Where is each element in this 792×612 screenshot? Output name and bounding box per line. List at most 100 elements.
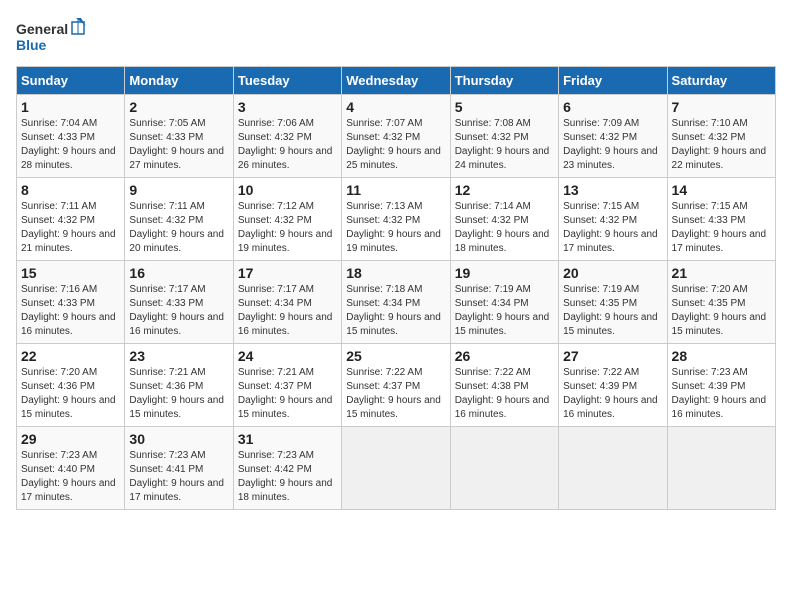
calendar-week-5: 29 Sunrise: 7:23 AMSunset: 4:40 PMDayligh…	[17, 427, 776, 510]
day-detail: Sunrise: 7:12 AMSunset: 4:32 PMDaylight:…	[238, 200, 337, 256]
day-detail: Sunrise: 7:15 AMSunset: 4:32 PMDaylight:…	[563, 200, 662, 256]
calendar-day-5: 5 Sunrise: 7:08 AMSunset: 4:32 PMDaylight…	[450, 95, 558, 178]
day-number: 6	[563, 99, 662, 115]
day-number: 19	[455, 265, 554, 281]
day-number: 10	[238, 182, 337, 198]
day-detail: Sunrise: 7:22 AMSunset: 4:38 PMDaylight:…	[455, 366, 554, 422]
day-detail: Sunrise: 7:11 AMSunset: 4:32 PMDaylight:…	[129, 200, 228, 256]
calendar-table: SundayMondayTuesdayWednesdayThursdayFrid…	[16, 66, 776, 510]
calendar-day-23: 23 Sunrise: 7:21 AMSunset: 4:36 PMDayligh…	[125, 344, 233, 427]
calendar-day-24: 24 Sunrise: 7:21 AMSunset: 4:37 PMDayligh…	[233, 344, 341, 427]
day-number: 7	[672, 99, 771, 115]
day-number: 23	[129, 348, 228, 364]
weekday-saturday: Saturday	[667, 67, 775, 95]
day-number: 13	[563, 182, 662, 198]
day-detail: Sunrise: 7:11 AMSunset: 4:32 PMDaylight:…	[21, 200, 120, 256]
day-detail: Sunrise: 7:21 AMSunset: 4:36 PMDaylight:…	[129, 366, 228, 422]
weekday-thursday: Thursday	[450, 67, 558, 95]
day-detail: Sunrise: 7:20 AMSunset: 4:36 PMDaylight:…	[21, 366, 120, 422]
day-number: 31	[238, 431, 337, 447]
logo: General Blue	[16, 16, 86, 58]
weekday-tuesday: Tuesday	[233, 67, 341, 95]
calendar-week-1: 1 Sunrise: 7:04 AMSunset: 4:33 PMDaylight…	[17, 95, 776, 178]
calendar-day-31: 31Sunrise: 7:23 AMSunset: 4:42 PMDayligh…	[233, 427, 341, 510]
day-number: 24	[238, 348, 337, 364]
day-number: 2	[129, 99, 228, 115]
calendar-week-2: 8 Sunrise: 7:11 AMSunset: 4:32 PMDaylight…	[17, 178, 776, 261]
calendar-day-15: 15Sunrise: 7:16 AMSunset: 4:33 PMDayligh…	[17, 261, 125, 344]
empty-cell	[450, 427, 558, 510]
day-detail: Sunrise: 7:19 AMSunset: 4:35 PMDaylight:…	[563, 283, 662, 339]
day-detail: Sunrise: 7:21 AMSunset: 4:37 PMDaylight:…	[238, 366, 337, 422]
day-detail: Sunrise: 7:15 AMSunset: 4:33 PMDaylight:…	[672, 200, 771, 256]
calendar-week-4: 22 Sunrise: 7:20 AMSunset: 4:36 PMDayligh…	[17, 344, 776, 427]
day-number: 20	[563, 265, 662, 281]
day-number: 26	[455, 348, 554, 364]
day-detail: Sunrise: 7:23 AMSunset: 4:39 PMDaylight:…	[672, 366, 771, 422]
weekday-monday: Monday	[125, 67, 233, 95]
day-detail: Sunrise: 7:09 AMSunset: 4:32 PMDaylight:…	[563, 117, 662, 173]
day-number: 16	[129, 265, 228, 281]
calendar-week-3: 15Sunrise: 7:16 AMSunset: 4:33 PMDayligh…	[17, 261, 776, 344]
day-number: 15	[21, 265, 120, 281]
day-detail: Sunrise: 7:05 AMSunset: 4:33 PMDaylight:…	[129, 117, 228, 173]
calendar-day-14: 14 Sunrise: 7:15 AMSunset: 4:33 PMDayligh…	[667, 178, 775, 261]
calendar-day-1: 1 Sunrise: 7:04 AMSunset: 4:33 PMDaylight…	[17, 95, 125, 178]
empty-cell	[342, 427, 450, 510]
calendar-day-16: 16Sunrise: 7:17 AMSunset: 4:33 PMDayligh…	[125, 261, 233, 344]
day-detail: Sunrise: 7:14 AMSunset: 4:32 PMDaylight:…	[455, 200, 554, 256]
calendar-body: 1 Sunrise: 7:04 AMSunset: 4:33 PMDaylight…	[17, 95, 776, 510]
page-header: General Blue	[16, 16, 776, 58]
day-number: 21	[672, 265, 771, 281]
day-number: 12	[455, 182, 554, 198]
calendar-day-27: 27 Sunrise: 7:22 AMSunset: 4:39 PMDayligh…	[559, 344, 667, 427]
day-number: 30	[129, 431, 228, 447]
calendar-day-28: 28 Sunrise: 7:23 AMSunset: 4:39 PMDayligh…	[667, 344, 775, 427]
day-number: 27	[563, 348, 662, 364]
day-number: 29	[21, 431, 120, 447]
calendar-day-29: 29 Sunrise: 7:23 AMSunset: 4:40 PMDayligh…	[17, 427, 125, 510]
empty-cell	[559, 427, 667, 510]
weekday-sunday: Sunday	[17, 67, 125, 95]
day-number: 8	[21, 182, 120, 198]
day-detail: Sunrise: 7:04 AMSunset: 4:33 PMDaylight:…	[21, 117, 120, 173]
day-number: 11	[346, 182, 445, 198]
calendar-day-9: 9 Sunrise: 7:11 AMSunset: 4:32 PMDaylight…	[125, 178, 233, 261]
weekday-wednesday: Wednesday	[342, 67, 450, 95]
svg-text:General: General	[16, 21, 68, 37]
calendar-day-18: 18Sunrise: 7:18 AMSunset: 4:34 PMDayligh…	[342, 261, 450, 344]
calendar-day-30: 30Sunrise: 7:23 AMSunset: 4:41 PMDayligh…	[125, 427, 233, 510]
calendar-day-4: 4Sunrise: 7:07 AMSunset: 4:32 PMDaylight…	[342, 95, 450, 178]
day-number: 28	[672, 348, 771, 364]
calendar-day-17: 17Sunrise: 7:17 AMSunset: 4:34 PMDayligh…	[233, 261, 341, 344]
calendar-day-2: 2 Sunrise: 7:05 AMSunset: 4:33 PMDaylight…	[125, 95, 233, 178]
calendar-day-7: 7 Sunrise: 7:10 AMSunset: 4:32 PMDaylight…	[667, 95, 775, 178]
calendar-day-20: 20 Sunrise: 7:19 AMSunset: 4:35 PMDayligh…	[559, 261, 667, 344]
calendar-day-12: 12 Sunrise: 7:14 AMSunset: 4:32 PMDayligh…	[450, 178, 558, 261]
day-number: 18	[346, 265, 445, 281]
day-number: 14	[672, 182, 771, 198]
day-number: 1	[21, 99, 120, 115]
calendar-day-3: 3 Sunrise: 7:06 AMSunset: 4:32 PMDaylight…	[233, 95, 341, 178]
weekday-friday: Friday	[559, 67, 667, 95]
day-detail: Sunrise: 7:23 AMSunset: 4:40 PMDaylight:…	[21, 449, 120, 505]
day-number: 3	[238, 99, 337, 115]
day-number: 5	[455, 99, 554, 115]
calendar-day-6: 6 Sunrise: 7:09 AMSunset: 4:32 PMDaylight…	[559, 95, 667, 178]
calendar-day-26: 26 Sunrise: 7:22 AMSunset: 4:38 PMDayligh…	[450, 344, 558, 427]
day-detail: Sunrise: 7:20 AMSunset: 4:35 PMDaylight:…	[672, 283, 771, 339]
day-detail: Sunrise: 7:19 AMSunset: 4:34 PMDaylight:…	[455, 283, 554, 339]
calendar-day-8: 8 Sunrise: 7:11 AMSunset: 4:32 PMDaylight…	[17, 178, 125, 261]
day-number: 17	[238, 265, 337, 281]
day-detail: Sunrise: 7:06 AMSunset: 4:32 PMDaylight:…	[238, 117, 337, 173]
day-detail: Sunrise: 7:08 AMSunset: 4:32 PMDaylight:…	[455, 117, 554, 173]
calendar-day-19: 19 Sunrise: 7:19 AMSunset: 4:34 PMDayligh…	[450, 261, 558, 344]
calendar-day-13: 13 Sunrise: 7:15 AMSunset: 4:32 PMDayligh…	[559, 178, 667, 261]
day-detail: Sunrise: 7:22 AMSunset: 4:39 PMDaylight:…	[563, 366, 662, 422]
empty-cell	[667, 427, 775, 510]
day-number: 9	[129, 182, 228, 198]
day-detail: Sunrise: 7:10 AMSunset: 4:32 PMDaylight:…	[672, 117, 771, 173]
logo-svg: General Blue	[16, 16, 86, 58]
calendar-day-22: 22 Sunrise: 7:20 AMSunset: 4:36 PMDayligh…	[17, 344, 125, 427]
day-number: 22	[21, 348, 120, 364]
